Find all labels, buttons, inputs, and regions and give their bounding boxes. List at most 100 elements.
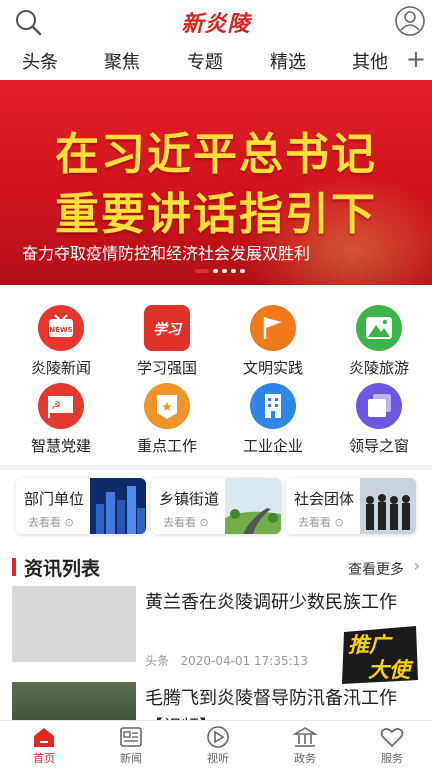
function-grid: NEWS 炎陵新闻 学习 学习强国 文明实践 炎陵旅游 ☭ 智慧党建 ★ 重点工… bbox=[0, 285, 432, 465]
grid-label: 炎陵旅游 bbox=[348, 359, 409, 377]
tab-other[interactable]: 其他 bbox=[352, 48, 388, 74]
card-social-groups[interactable]: 社会团体 去看看 ⊙ bbox=[286, 478, 416, 534]
arrow-circle-icon: ⊙ bbox=[334, 516, 344, 529]
user-icon[interactable] bbox=[394, 5, 426, 37]
app-logo: 新炎陵 bbox=[181, 11, 251, 37]
svg-text:学习: 学习 bbox=[153, 321, 183, 338]
card-more-label: 去看看 bbox=[298, 516, 331, 529]
grid-item-civilization[interactable]: 文明实践 bbox=[219, 305, 327, 385]
banner-carousel[interactable]: 在习近平总书记 重要讲话指引下 奋力夺取疫情防控和经济社会发展双胜利 bbox=[0, 80, 432, 285]
play-icon bbox=[205, 725, 231, 749]
nav-audio-video[interactable]: 视听 bbox=[186, 725, 250, 766]
svg-text:★: ★ bbox=[161, 400, 173, 415]
nav-home[interactable]: 首页 bbox=[12, 725, 76, 766]
card-more-link[interactable]: 去看看 ⊙ bbox=[298, 514, 344, 530]
xuexi-icon: 学习 bbox=[144, 305, 190, 351]
road-landscape-image bbox=[225, 478, 281, 534]
top-bar: 新炎陵 bbox=[0, 0, 432, 44]
grid-label: 智慧党建 bbox=[30, 437, 91, 455]
carousel-dot[interactable] bbox=[231, 269, 236, 273]
channel-tabs: 头条 聚焦 专题 精选 其他 + bbox=[0, 44, 432, 80]
nav-government[interactable]: 政务 bbox=[273, 725, 337, 766]
chevron-right-icon[interactable]: › bbox=[414, 556, 420, 575]
tab-headlines[interactable]: 头条 bbox=[22, 48, 58, 74]
tab-focus[interactable]: 聚焦 bbox=[104, 48, 140, 74]
nav-services[interactable]: 服务 bbox=[360, 725, 424, 766]
news-item-title: 毛腾飞到炎陵督导防汛备汛工作【视频】 bbox=[145, 688, 397, 720]
grid-item-leaders[interactable]: 领导之窗 bbox=[325, 383, 432, 463]
promo-ambassador-badge[interactable]: 推广 大使 bbox=[338, 624, 422, 686]
grid-item-yanling-news[interactable]: NEWS 炎陵新闻 bbox=[7, 305, 115, 385]
banner-headline-line1: 在习近平总书记 bbox=[55, 129, 377, 180]
city-skyline-image bbox=[90, 478, 146, 534]
nav-label: 政务 bbox=[294, 752, 316, 765]
category-cards: 部门单位 去看看 ⊙ 乡镇街道 去看看 ⊙ 社会团体 去看看 ⊙ bbox=[0, 470, 432, 540]
mountain-icon bbox=[356, 305, 402, 351]
promo-text-1: 推广 bbox=[348, 633, 393, 657]
news-thumbnail bbox=[12, 586, 136, 662]
news-item-title: 黄兰香在炎陵调研少数民族工作 bbox=[145, 592, 397, 613]
grid-item-xuexi[interactable]: 学习 学习强国 bbox=[113, 305, 221, 385]
promo-text-2: 大使 bbox=[368, 658, 414, 682]
bottom-navigation: 首页 新闻 视听 政务 服务 bbox=[0, 720, 432, 769]
grid-label: 炎陵新闻 bbox=[30, 359, 91, 377]
card-more-label: 去看看 bbox=[28, 516, 61, 529]
svg-text:☭: ☭ bbox=[51, 399, 61, 412]
card-more-link[interactable]: 去看看 ⊙ bbox=[163, 514, 209, 530]
header: 新炎陵 头条 聚焦 专题 精选 其他 + bbox=[0, 0, 432, 80]
add-tab-button[interactable]: + bbox=[406, 45, 426, 73]
carousel-dot-active[interactable] bbox=[195, 269, 209, 273]
section-marker bbox=[12, 558, 16, 576]
home-icon bbox=[31, 725, 57, 749]
building-icon bbox=[250, 383, 296, 429]
news-thumbnail bbox=[12, 682, 136, 720]
news-item-meta: 头条 2020-04-01 17:35:13 bbox=[145, 652, 308, 669]
banner-headline-line2: 重要讲话指引下 bbox=[55, 189, 377, 240]
window-icon bbox=[356, 383, 402, 429]
carousel-dot[interactable] bbox=[240, 269, 245, 273]
grid-item-industry[interactable]: 工业企业 bbox=[219, 383, 327, 463]
grid-label: 工业企业 bbox=[242, 437, 303, 455]
tab-featured[interactable]: 精选 bbox=[270, 48, 306, 74]
banner-subline: 奋力夺取疫情防控和经济社会发展双胜利 bbox=[22, 244, 311, 263]
card-title: 乡镇街道 bbox=[159, 490, 220, 508]
carousel-dot[interactable] bbox=[213, 269, 218, 273]
arrow-circle-icon: ⊙ bbox=[199, 516, 209, 529]
card-more-link[interactable]: 去看看 ⊙ bbox=[28, 514, 74, 530]
svg-text:NEWS: NEWS bbox=[49, 326, 72, 334]
carousel-dot[interactable] bbox=[222, 269, 227, 273]
grid-item-key-work[interactable]: ★ 重点工作 bbox=[113, 383, 221, 463]
list-item[interactable]: 毛腾飞到炎陵督导防汛备汛工作【视频】 bbox=[0, 682, 432, 720]
card-departments[interactable]: 部门单位 去看看 ⊙ bbox=[16, 478, 146, 534]
nav-label: 首页 bbox=[33, 752, 55, 765]
star-badge-icon: ★ bbox=[144, 383, 190, 429]
nav-label: 服务 bbox=[381, 752, 403, 765]
tab-topics[interactable]: 专题 bbox=[187, 48, 223, 74]
newspaper-icon bbox=[118, 725, 144, 749]
news-item-time: 2020-04-01 17:35:13 bbox=[180, 654, 308, 668]
card-townships[interactable]: 乡镇街道 去看看 ⊙ bbox=[151, 478, 281, 534]
news-item-source: 头条 bbox=[145, 654, 170, 668]
card-title: 社会团体 bbox=[294, 490, 355, 508]
flag-icon bbox=[250, 305, 296, 351]
news-list-title: 资讯列表 bbox=[24, 558, 101, 580]
grid-label: 领导之窗 bbox=[348, 437, 409, 455]
view-more-link[interactable]: 查看更多 bbox=[348, 559, 404, 579]
grid-label: 文明实践 bbox=[242, 359, 303, 377]
nav-news[interactable]: 新闻 bbox=[99, 725, 163, 766]
tv-news-icon: NEWS bbox=[38, 305, 84, 351]
nav-label: 视听 bbox=[207, 752, 229, 765]
government-icon bbox=[292, 725, 318, 749]
news-list-header: 资讯列表 查看更多 › bbox=[0, 552, 432, 582]
party-flag-icon: ☭ bbox=[38, 383, 84, 429]
arrow-circle-icon: ⊙ bbox=[64, 516, 74, 529]
card-more-label: 去看看 bbox=[163, 516, 196, 529]
grid-item-tourism[interactable]: 炎陵旅游 bbox=[325, 305, 432, 385]
people-silhouette-image bbox=[360, 478, 416, 534]
card-title: 部门单位 bbox=[24, 490, 85, 508]
grid-label: 学习强国 bbox=[136, 359, 197, 377]
grid-label: 重点工作 bbox=[136, 437, 197, 455]
nav-label: 新闻 bbox=[120, 752, 142, 765]
heart-icon bbox=[379, 725, 405, 749]
grid-item-party-building[interactable]: ☭ 智慧党建 bbox=[7, 383, 115, 463]
